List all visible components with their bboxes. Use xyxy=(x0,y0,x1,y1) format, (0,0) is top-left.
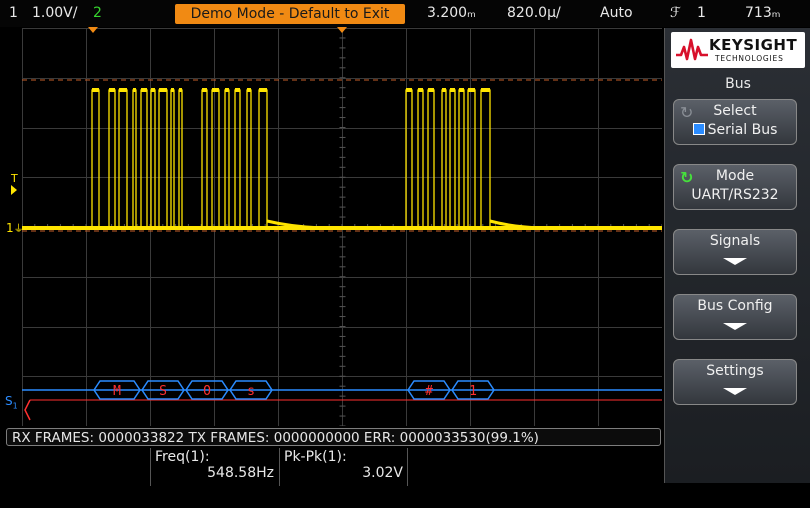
demo-mode-banner[interactable]: Demo Mode - Default to Exit xyxy=(175,4,405,24)
ground-marker-label: 1 xyxy=(6,221,14,235)
measurement-pkpk[interactable]: Pk-Pk(1): 3.02V xyxy=(279,447,407,487)
softkey-signals[interactable]: Signals xyxy=(673,229,797,275)
serial-marker-sub: 1 xyxy=(12,401,18,411)
decode-symbol[interactable]: # xyxy=(425,384,433,399)
softkey-line2: UART/RS232 xyxy=(691,187,779,203)
trigger-marker-label: T xyxy=(11,172,18,185)
ch1-burst-trace xyxy=(405,89,491,228)
decode-symbol[interactable]: O xyxy=(203,384,211,399)
softkey-select-serial-bus[interactable]: ↻ Select Serial Bus xyxy=(673,99,797,145)
measurement-value: 548.58Hz xyxy=(207,465,274,481)
bus-status-line: RX FRAMES: 0000033822 TX FRAMES: 0000000… xyxy=(6,428,661,446)
ch2-label[interactable]: 2 xyxy=(93,5,102,21)
trigger-arrow-icon xyxy=(11,185,17,195)
ch1-ground-marker: 1⏚ xyxy=(6,220,24,235)
softkey-line1: Select xyxy=(713,103,757,119)
trigger-mode[interactable]: Auto xyxy=(600,5,633,21)
softkey-settings[interactable]: Settings xyxy=(673,359,797,405)
logo-text: KEYSIGHT xyxy=(709,36,798,54)
softkey-line1: Settings xyxy=(706,363,764,379)
softkey-line1: Bus Config xyxy=(697,298,773,314)
ch1-scale[interactable]: 1.00V/ xyxy=(32,5,77,21)
measurement-value: 3.02V xyxy=(362,465,403,481)
trigger-position-marker xyxy=(88,27,98,33)
delay-reference-marker xyxy=(337,27,347,33)
chevron-down-icon xyxy=(723,323,747,330)
serial-marker-label: S xyxy=(5,394,13,408)
panel-title: Bus xyxy=(725,76,751,92)
waveform-svg: M S Os #1 xyxy=(22,28,662,426)
measurement-label: Freq(1): xyxy=(155,449,210,465)
measurement-freq[interactable]: Freq(1): 548.58Hz xyxy=(150,447,278,487)
softkey-bus-config[interactable]: Bus Config xyxy=(673,294,797,340)
trigger-channel[interactable]: 1 xyxy=(697,5,706,21)
softkey-line1: Mode xyxy=(715,168,755,184)
serial-bus-marker: S1 xyxy=(5,394,18,410)
keysight-logo: KEYSIGHT TECHNOLOGIES xyxy=(671,32,805,68)
waveform-display[interactable]: M S Os #1 xyxy=(22,28,662,426)
trigger-slope-icon: ℱ xyxy=(670,5,682,21)
serial-bus-color-icon xyxy=(692,123,705,135)
logo-subtext: TECHNOLOGIES xyxy=(715,54,784,63)
decode-symbol[interactable]: M xyxy=(113,384,121,399)
keysight-wave-icon xyxy=(676,38,708,61)
softkey-mode[interactable]: ↻ Mode UART/RS232 xyxy=(673,164,797,210)
trigger-level-marker: T xyxy=(11,172,18,195)
decode-symbol[interactable]: 1 xyxy=(469,384,477,399)
time-delay[interactable]: 3.200ₘ xyxy=(427,5,476,21)
decode-symbol[interactable]: S xyxy=(159,384,167,399)
measurement-divider xyxy=(407,448,408,486)
softkey-panel: KEYSIGHT TECHNOLOGIES Bus ↻ Select Seria… xyxy=(664,28,810,483)
chevron-down-icon xyxy=(723,388,747,395)
trigger-level[interactable]: 713ₘ xyxy=(745,5,780,21)
chevron-down-icon xyxy=(723,258,747,265)
ch1-label[interactable]: 1 xyxy=(9,5,18,21)
top-status-bar: 1 1.00V/ 2 Demo Mode - Default to Exit 3… xyxy=(0,0,810,27)
softkey-line2: Serial Bus xyxy=(707,122,778,138)
bottom-strip xyxy=(0,488,810,508)
decode-symbol[interactable]: s xyxy=(247,384,255,399)
softkey-line1: Signals xyxy=(709,233,761,249)
timebase[interactable]: 820.0µ/ xyxy=(507,5,561,21)
ch1-burst-trace xyxy=(91,89,268,228)
softkey-line2-row: Serial Bus xyxy=(674,122,796,138)
error-bracket-icon xyxy=(24,399,31,421)
measurement-label: Pk-Pk(1): xyxy=(284,449,347,465)
